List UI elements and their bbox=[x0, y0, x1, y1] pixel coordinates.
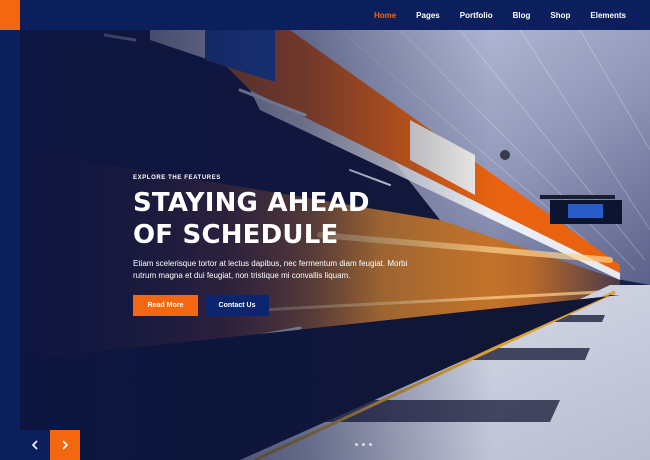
hero-slider: EXPLORE THE FEATURES STAYING AHEAD OF SC… bbox=[20, 30, 650, 460]
nav-item-shop[interactable]: Shop bbox=[550, 11, 570, 20]
slider-pagination bbox=[355, 443, 376, 446]
hero-content: EXPLORE THE FEATURES STAYING AHEAD OF SC… bbox=[133, 175, 463, 316]
hero-eyebrow: EXPLORE THE FEATURES bbox=[133, 175, 221, 181]
slider-prev-button[interactable] bbox=[20, 430, 50, 460]
contact-us-button[interactable]: Contact Us bbox=[205, 295, 269, 316]
nav-item-blog[interactable]: Blog bbox=[513, 11, 531, 20]
hero-description: Etiam scelerisque tortor at lectus dapib… bbox=[133, 259, 408, 280]
slider-next-button[interactable] bbox=[50, 430, 80, 460]
slider-dot-1[interactable] bbox=[355, 443, 358, 446]
hero-headline-line-2: OF SCHEDULE bbox=[133, 220, 339, 250]
top-navigation-bar: Home Pages Portfolio Blog Shop Elements bbox=[20, 0, 650, 30]
nav-item-pages[interactable]: Pages bbox=[416, 11, 440, 20]
slider-dot-2[interactable] bbox=[362, 443, 365, 446]
read-more-button[interactable]: Read More bbox=[133, 295, 198, 316]
nav-item-home[interactable]: Home bbox=[374, 11, 396, 20]
chevron-right-icon bbox=[62, 440, 69, 450]
left-side-rail bbox=[0, 30, 20, 460]
nav-item-elements[interactable]: Elements bbox=[590, 11, 626, 20]
nav-item-portfolio[interactable]: Portfolio bbox=[460, 11, 493, 20]
brand-logo-block[interactable] bbox=[0, 0, 20, 30]
chevron-left-icon bbox=[31, 440, 38, 450]
slider-dot-3[interactable] bbox=[369, 443, 372, 446]
hero-headline: STAYING AHEAD OF SCHEDULE bbox=[133, 187, 463, 251]
main-nav: Home Pages Portfolio Blog Shop Elements bbox=[374, 0, 650, 30]
hero-headline-line-1: STAYING AHEAD bbox=[133, 188, 370, 218]
hero-buttons: Read More Contact Us bbox=[133, 295, 463, 316]
